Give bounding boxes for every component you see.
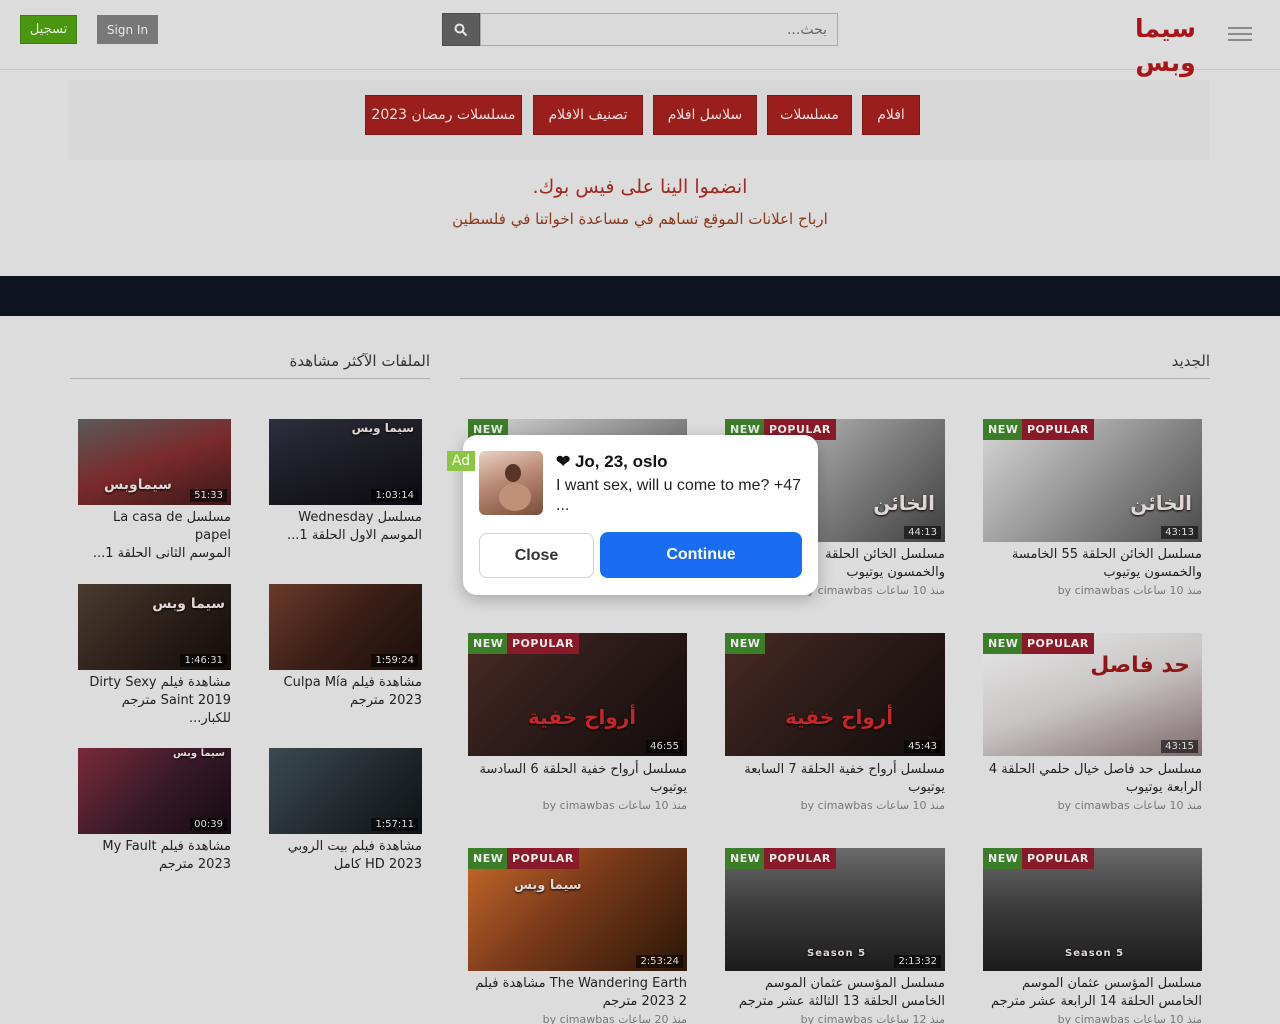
thumbnail-art-text: سيما وبس [152,596,225,612]
nav-movies[interactable]: افلام [862,95,920,135]
sidebar-video-thumbnail[interactable]: 1:59:24 [269,584,422,670]
video-title[interactable]: مسلسل المؤسس عثمان الموسم الخامس الحلقة 1… [983,975,1202,1011]
sign-in-button[interactable]: Sign In [97,15,158,44]
new-badge: NEW [983,848,1024,869]
search-button[interactable] [442,13,480,46]
duration-label: 51:33 [190,489,227,502]
video-meta: منذ 10 ساعات by cimawbas [1057,1013,1202,1024]
ad-profile-name: ❤ Jo, 23, oslo [556,452,668,471]
sidebar-video-thumbnail[interactable]: سيما وبس 1:03:14 [269,419,422,505]
sidebar-video-thumbnail[interactable]: 1:57:11 [269,748,422,834]
popular-badge: POPULAR [1022,848,1094,869]
new-badge: NEW [468,633,509,654]
video-meta: منذ 10 ساعات by cimawbas [542,799,687,812]
sidebar-video-title[interactable]: مشاهدة فيلم Dirty Sexy Saint 2019 مترجم ل… [78,674,231,728]
sidebar-video-title[interactable]: مشاهدة فيلم بيت الروبي 2023 HD كامل [269,838,422,874]
ad-avatar-figure [499,464,531,511]
video-meta: منذ 10 ساعات by cimawbas [1057,799,1202,812]
thumbnail-art-text: الخائن [1130,491,1192,515]
duration-label: 00:39 [190,818,227,831]
duration-label: 2:13:32 [894,955,941,968]
dark-divider-band [0,276,1280,316]
duration-label: 43:15 [1161,740,1198,753]
duration-label: 43:13 [1161,526,1198,539]
video-title[interactable]: مسلسل أرواح خفية الحلقة 6 السادسة يوتيوب [468,761,687,797]
most-viewed-section-title: الملفات الآكثر مشاهدة [289,352,431,370]
video-title[interactable]: مسلسل المؤسس عثمان الموسم الخامس الحلقة 1… [725,975,945,1011]
thumbnail-art-text: سيما وبس [173,748,225,759]
search-icon [454,23,468,36]
duration-label: 1:03:14 [371,489,418,502]
duration-label: 46:55 [646,740,683,753]
ad-continue-button[interactable]: Continue [600,532,802,578]
video-meta: منذ 20 ساعات by cimawbas [542,1013,687,1024]
donation-notice: ارباح اعلانات الموقع تساهم في مساعدة اخو… [452,210,828,228]
thumbnail-art-text: الخائن [873,491,935,515]
ad-close-button[interactable]: Close [479,533,594,578]
sidebar-video-thumbnail[interactable]: سيماوبس 51:33 [78,419,231,505]
video-meta: منذ 10 ساعات by cimawbas [1057,584,1202,597]
new-badge: NEW [725,633,766,654]
duration-label: 2:53:24 [636,955,683,968]
ad-label: Ad [447,451,475,471]
video-title[interactable]: مسلسل الخائن الحلقة 55 الخامسة والخمسون ي… [983,546,1202,582]
video-thumbnail[interactable]: NEW POPULAR حد فاصل 43:15 [983,633,1202,756]
nav-movie-categories[interactable]: تصنيف الافلام [533,95,643,135]
search-input[interactable] [480,13,838,46]
popular-badge: POPULAR [764,848,836,869]
new-section-title: الجديد [1171,352,1210,370]
duration-label: 44:13 [904,526,941,539]
video-thumbnail[interactable]: NEW POPULAR Season 5 [983,848,1202,971]
sidebar-video-thumbnail[interactable]: سيما وبس 1:46:31 [78,584,231,670]
register-button[interactable]: تسجيل [20,15,77,44]
thumbnail-art-text: Season 5 [807,948,867,959]
nav-movie-collections[interactable]: سلاسل افلام [653,95,757,135]
thumbnail-art-text: سيما وبس [351,421,414,435]
video-thumbnail[interactable]: NEW POPULAR الخائن 43:13 [983,419,1202,542]
thumbnail-art-text: سيما وبس [514,878,582,893]
thumbnail-art-text: أرواح خفية [528,705,637,729]
popular-badge: POPULAR [1022,419,1094,440]
popular-badge: POPULAR [1022,633,1094,654]
video-title[interactable]: مسلسل أرواح خفية الحلقة 7 السابعة يوتيوب [725,761,945,797]
new-badge: NEW [983,419,1024,440]
sidebar-video-title[interactable]: مسلسل Wednesday الموسم الاول الحلقة 1... [269,509,422,545]
sidebar-video-title[interactable]: مسلسل La casa de papel الموسم الثانى الحل… [78,509,231,563]
site-header: تسجيل Sign In سيما وبس [0,0,1280,77]
video-meta: منذ 10 ساعات by cimawbas [800,799,945,812]
video-thumbnail[interactable]: NEW POPULAR سيما وبس 2:53:24 [468,848,687,971]
duration-label: 1:59:24 [371,654,418,667]
video-thumbnail[interactable]: NEW POPULAR Season 5 2:13:32 [725,848,945,971]
site-logo[interactable]: سيما وبس [1108,12,1223,77]
video-thumbnail[interactable]: NEW POPULAR أرواح خفية 46:55 [468,633,687,756]
popular-badge: POPULAR [507,633,579,654]
video-meta: منذ 12 ساعات by cimawbas [800,1013,945,1024]
new-section-divider [460,378,1210,379]
most-viewed-divider [70,378,430,379]
thumbnail-art-text: Season 5 [1065,948,1125,959]
new-badge: NEW [725,848,766,869]
video-title[interactable]: The Wandering Earth مشاهدة فيلم 2 2023 مت… [468,975,687,1011]
thumbnail-art-text: سيماوبس [104,477,172,493]
nav-series[interactable]: مسلسلات [767,95,852,135]
video-thumbnail[interactable]: NEW أرواح خفية 45:43 [725,633,945,756]
ad-message: I want sex, will u come to me? +47 ... [556,477,801,514]
video-title[interactable]: مسلسل حد فاصل خيال حلمي الحلقة 4 الرابعة … [983,761,1202,797]
sidebar-video-thumbnail[interactable]: سيما وبس 00:39 [78,748,231,834]
new-badge: NEW [468,848,509,869]
popular-badge: POPULAR [507,848,579,869]
sidebar-video-title[interactable]: مشاهدة فيلم My Fault 2023 مترجم [78,838,231,874]
thumbnail-art-text: أرواح خفية [785,705,894,729]
hamburger-menu-icon[interactable] [1228,27,1252,43]
new-badge: NEW [983,633,1024,654]
ad-avatar-image[interactable] [479,451,543,515]
thumbnail-art-text: حد فاصل [1090,653,1190,678]
sidebar-video-title[interactable]: مشاهدة فيلم Culpa Mía 2023 مترجم [269,674,422,710]
duration-label: 1:57:11 [371,818,418,831]
duration-label: 1:46:31 [180,654,227,667]
duration-label: 45:43 [904,740,941,753]
facebook-join-link[interactable]: انضموا الينا على فيس بوك. [0,176,1280,198]
nav-ramadan-series[interactable]: مسلسلات رمضان 2023 [365,95,522,135]
